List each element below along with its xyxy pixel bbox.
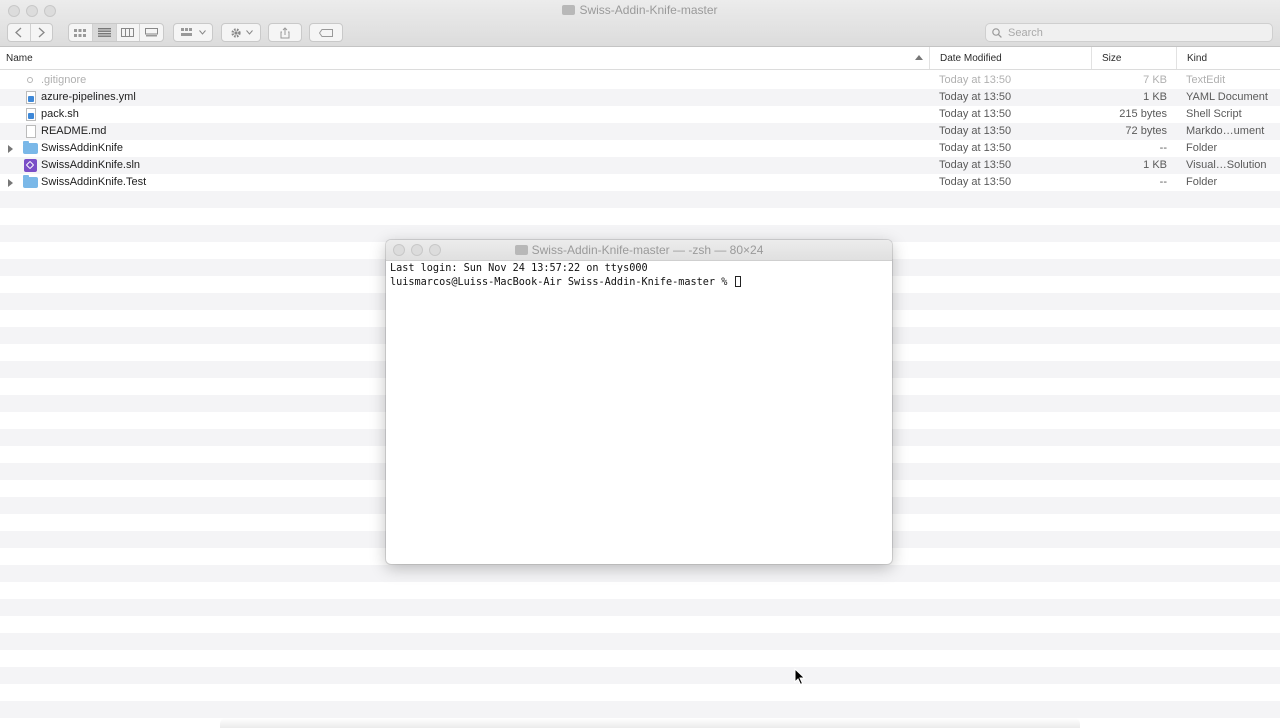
kind-column-header[interactable]: Kind [1181, 47, 1280, 69]
disclosure-triangle-icon[interactable] [8, 145, 13, 153]
sort-ascending-icon [915, 55, 923, 60]
back-button[interactable] [8, 24, 31, 41]
nav-buttons [7, 23, 53, 42]
yaml-icon [26, 91, 36, 104]
group-icon [180, 28, 192, 36]
file-row[interactable]: azure-pipelines.yml Today at 13:50 1 KB … [0, 89, 1280, 106]
list-icon [97, 28, 111, 37]
column-header: Name Date Modified Size Kind [0, 47, 1280, 70]
folder-icon [23, 141, 38, 154]
view-mode-control [68, 23, 164, 42]
window-title: Swiss-Addin-Knife-master [0, 3, 1280, 17]
folder-icon [514, 245, 528, 255]
terminal-titlebar: Swiss-Addin-Knife-master — -zsh — 80×24 [386, 240, 892, 261]
prompt-line: luismarcos@Luiss-MacBook-Air Swiss-Addin… [390, 276, 742, 290]
file-row[interactable]: .gitignore Today at 13:50 7 KB TextEdit [0, 72, 1280, 89]
file-row[interactable]: README.md Today at 13:50 72 bytes Markdo… [0, 123, 1280, 140]
gallery-view-button[interactable] [140, 24, 163, 41]
mouse-pointer-icon [794, 668, 806, 686]
terminal-window[interactable]: Swiss-Addin-Knife-master — -zsh — 80×24 … [386, 240, 892, 564]
search-input[interactable] [1006, 25, 1260, 40]
gitignore-icon [27, 77, 33, 83]
action-menu-button[interactable] [221, 23, 261, 42]
icon-view-button[interactable] [69, 24, 93, 41]
chevron-right-icon [38, 27, 45, 38]
last-login-line: Last login: Sun Nov 24 13:57:22 on ttys0… [390, 263, 648, 274]
chevron-down-icon [245, 30, 253, 35]
gear-icon [230, 27, 241, 38]
chevron-down-icon [198, 30, 206, 35]
disclosure-triangle-icon[interactable] [8, 179, 13, 187]
tag-icon [319, 28, 333, 37]
folder-icon [562, 5, 576, 15]
shell-prompt: luismarcos@Luiss-MacBook-Air Swiss-Addin… [390, 277, 734, 288]
share-button[interactable] [268, 23, 302, 42]
terminal-title: Swiss-Addin-Knife-master — -zsh — 80×24 [386, 243, 892, 257]
column-view-button[interactable] [117, 24, 141, 41]
search-field[interactable] [985, 23, 1273, 42]
folder-row[interactable]: SwissAddinKnife.Test Today at 13:50 -- F… [0, 174, 1280, 191]
search-icon [992, 27, 1002, 38]
forward-button[interactable] [31, 24, 53, 41]
share-icon [280, 26, 290, 38]
chevron-left-icon [15, 27, 22, 38]
dock-edge [220, 718, 1080, 728]
grid-icon [74, 28, 87, 37]
tags-button[interactable] [309, 23, 343, 42]
gallery-icon [145, 28, 159, 37]
columns-icon [121, 28, 135, 37]
finder-toolbar: Swiss-Addin-Knife-master [0, 0, 1280, 47]
file-row[interactable]: pack.sh Today at 13:50 215 bytes Shell S… [0, 106, 1280, 123]
folder-row[interactable]: SwissAddinKnife Today at 13:50 -- Folder [0, 140, 1280, 157]
document-icon [26, 125, 36, 138]
size-column-header[interactable]: Size [1096, 47, 1177, 69]
list-view-button[interactable] [92, 24, 117, 41]
name-column-header[interactable]: Name [0, 47, 930, 69]
group-by-button[interactable] [173, 23, 213, 42]
visual-studio-icon [24, 159, 37, 172]
date-column-header[interactable]: Date Modified [934, 47, 1092, 69]
script-icon [26, 108, 36, 121]
text-cursor [735, 276, 742, 287]
file-row[interactable]: SwissAddinKnife.sln Today at 13:50 1 KB … [0, 157, 1280, 174]
terminal-output[interactable]: Last login: Sun Nov 24 13:57:22 on ttys0… [390, 262, 742, 290]
folder-icon [23, 175, 38, 188]
